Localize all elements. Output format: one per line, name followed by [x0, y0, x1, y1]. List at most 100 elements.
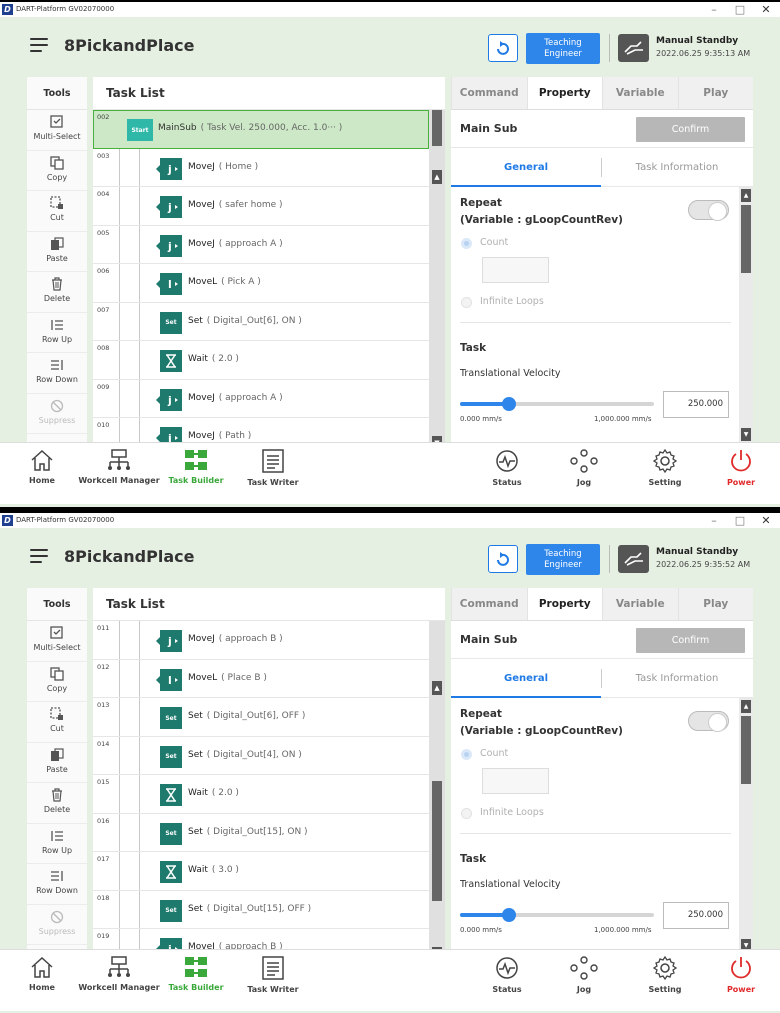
- tool-cut[interactable]: Cut: [27, 191, 87, 232]
- tool-copy[interactable]: Copy: [27, 151, 87, 191]
- tool-row-up[interactable]: Row Up: [27, 313, 87, 353]
- teaching-engineer-button[interactable]: Teaching Engineer: [526, 33, 600, 64]
- velocity-slider-knob[interactable]: [501, 908, 516, 922]
- tab-variable[interactable]: Variable: [602, 588, 678, 620]
- maximize-button[interactable]: □: [728, 513, 752, 528]
- subtab-task-information[interactable]: Task Information: [602, 148, 752, 187]
- velocity-slider-knob[interactable]: [501, 397, 516, 411]
- task-row[interactable]: 007 Set Set( Digital_Out[6], ON ): [93, 302, 429, 341]
- close-button[interactable]: ✕: [754, 2, 778, 17]
- task-row[interactable]: 009 j MoveJ( approach A ): [93, 379, 429, 418]
- command-name: MoveJ: [188, 200, 215, 210]
- task-list-scrollbar[interactable]: ▲ ▼: [429, 621, 445, 955]
- scroll-up-icon[interactable]: ▲: [741, 700, 751, 713]
- task-row[interactable]: 008 Wait( 2.0 ): [93, 341, 429, 380]
- task-row[interactable]: 003 j MoveJ( Home ): [93, 148, 429, 187]
- status-timestamp: 2022.06.25 9:35:52 AM: [656, 560, 751, 569]
- task-row[interactable]: 013 Set Set( Digital_Out[6], OFF ): [93, 698, 429, 737]
- infinite-loops-radio[interactable]: [461, 297, 472, 308]
- task-row[interactable]: 016 Set Set( Digital_Out[15], ON ): [93, 813, 429, 852]
- task-row[interactable]: 010 j MoveJ( Path ): [93, 418, 429, 444]
- tool-row-down[interactable]: Row Down: [27, 353, 87, 394]
- count-input[interactable]: [482, 768, 549, 794]
- task-row[interactable]: 011 j MoveJ( approach B ): [93, 621, 429, 660]
- tab-play[interactable]: Play: [677, 588, 753, 620]
- task-row[interactable]: 018 Set Set( Digital_Out[15], OFF ): [93, 890, 429, 929]
- minimize-button[interactable]: –: [702, 2, 726, 17]
- tab-play[interactable]: Play: [677, 77, 753, 109]
- tool-multi-select[interactable]: Multi-Select: [27, 110, 87, 151]
- row-number: 007: [97, 305, 110, 314]
- task-row[interactable]: 002 Start MainSub( Task Vel. 250.000, Acc.…: [93, 110, 429, 149]
- velocity-slider[interactable]: [460, 908, 654, 922]
- minimize-button[interactable]: –: [702, 513, 726, 528]
- nav-jog[interactable]: Jog: [539, 449, 629, 487]
- subtab-general[interactable]: General: [451, 148, 601, 187]
- confirm-button[interactable]: Confirm: [636, 628, 745, 653]
- task-row[interactable]: 015 Wait( 2.0 ): [93, 775, 429, 814]
- subtab-task-information[interactable]: Task Information: [602, 659, 752, 698]
- tool-row-up[interactable]: Row Up: [27, 824, 87, 864]
- scroll-down-icon[interactable]: ▼: [741, 428, 751, 441]
- repeat-toggle[interactable]: [688, 711, 729, 732]
- nav-jog[interactable]: Jog: [539, 956, 629, 994]
- task-list-scrollbar[interactable]: ▲ ▼: [429, 110, 445, 444]
- command-name: Set: [188, 826, 203, 837]
- repeat-toggle[interactable]: [688, 200, 729, 221]
- tool-delete[interactable]: Delete: [27, 783, 87, 824]
- tool-multi-select[interactable]: Multi-Select: [27, 621, 87, 662]
- task-row[interactable]: 005 j MoveJ( approach A ): [93, 225, 429, 264]
- velocity-slider[interactable]: [460, 397, 654, 411]
- tab-command[interactable]: Command: [451, 77, 527, 109]
- menu-icon[interactable]: [30, 549, 48, 564]
- scroll-up-icon[interactable]: ▲: [432, 681, 442, 695]
- infinite-loops-radio[interactable]: [461, 808, 472, 819]
- count-input[interactable]: [482, 257, 549, 283]
- tab-property[interactable]: Property: [526, 588, 602, 620]
- tab-property[interactable]: Property: [526, 77, 602, 109]
- window-title: DART-Platform GV02070000: [16, 516, 115, 524]
- confirm-button[interactable]: Confirm: [636, 117, 745, 142]
- nav-power[interactable]: Power: [696, 449, 780, 487]
- nav-task-writer[interactable]: Task Writer: [228, 956, 318, 994]
- tool-cut[interactable]: Cut: [27, 702, 87, 743]
- copy-icon: [50, 155, 64, 171]
- task-row[interactable]: 012 l MoveL( Place B ): [93, 659, 429, 698]
- sync-button[interactable]: [488, 545, 518, 573]
- scroll-up-icon[interactable]: ▲: [432, 170, 442, 184]
- count-radio[interactable]: [461, 749, 472, 760]
- nav-power[interactable]: Power: [696, 956, 780, 994]
- menu-icon[interactable]: [30, 38, 48, 53]
- maximize-button[interactable]: □: [728, 2, 752, 17]
- tab-command[interactable]: Command: [451, 588, 527, 620]
- scroll-thumb[interactable]: [741, 716, 751, 784]
- task-row[interactable]: 006 l MoveL( Pick A ): [93, 264, 429, 303]
- scroll-thumb[interactable]: [432, 110, 442, 146]
- count-radio[interactable]: [461, 238, 472, 249]
- velocity-input[interactable]: 250.000: [663, 391, 729, 418]
- command-args: ( Place B ): [221, 672, 267, 683]
- task-command: MoveJ( approach A ): [188, 393, 283, 403]
- velocity-input[interactable]: 250.000: [663, 902, 729, 929]
- tool-delete[interactable]: Delete: [27, 272, 87, 313]
- teaching-engineer-button[interactable]: Teaching Engineer: [526, 544, 600, 575]
- tool-row-down[interactable]: Row Down: [27, 864, 87, 905]
- subtab-general[interactable]: General: [451, 659, 601, 698]
- scroll-thumb[interactable]: [741, 205, 751, 273]
- tab-variable[interactable]: Variable: [602, 77, 678, 109]
- property-scrollbar[interactable]: ▲ ▼: [739, 698, 753, 954]
- slider-min-label: 0.000 mm/s: [460, 415, 502, 423]
- scroll-thumb[interactable]: [432, 781, 442, 901]
- property-scrollbar[interactable]: ▲ ▼: [739, 187, 753, 443]
- sync-button[interactable]: [488, 34, 518, 62]
- task-row[interactable]: 014 Set Set( Digital_Out[4], ON ): [93, 736, 429, 775]
- close-button[interactable]: ✕: [754, 513, 778, 528]
- scroll-up-icon[interactable]: ▲: [741, 189, 751, 202]
- nav-label: Task Builder: [168, 476, 224, 485]
- tool-paste[interactable]: Paste: [27, 232, 87, 272]
- tool-copy[interactable]: Copy: [27, 662, 87, 702]
- task-row[interactable]: 017 Wait( 3.0 ): [93, 852, 429, 891]
- nav-task-writer[interactable]: Task Writer: [228, 449, 318, 487]
- tool-paste[interactable]: Paste: [27, 743, 87, 783]
- task-row[interactable]: 004 j MoveJ( safer home ): [93, 187, 429, 226]
